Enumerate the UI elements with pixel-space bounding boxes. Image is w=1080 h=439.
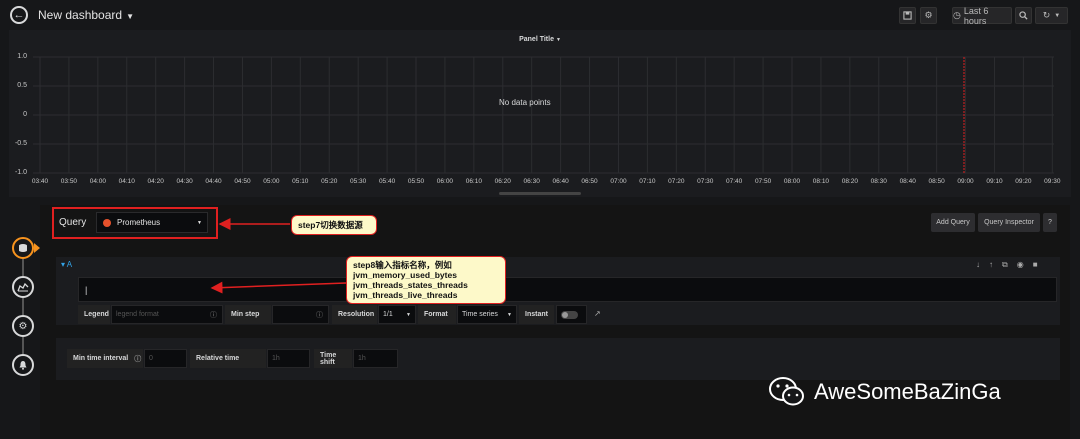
step8-line: jvm_memory_used_bytes bbox=[353, 270, 457, 280]
wechat-icon bbox=[769, 377, 804, 406]
watermark: AweSomeBaZinGa bbox=[768, 376, 1001, 408]
step8-line: jvm_threads_states_threads bbox=[353, 280, 468, 290]
step8-line: jvm_threads_live_threads bbox=[353, 290, 458, 300]
watermark-text: AweSomeBaZinGa bbox=[814, 379, 1001, 404]
step8-callout: step8输入指标名称，例如 jvm_memory_used_bytes jvm… bbox=[346, 256, 506, 304]
step7-callout: step7切换数据源 bbox=[291, 215, 377, 235]
step8-line: step8输入指标名称，例如 bbox=[353, 260, 452, 270]
annotation-arrows bbox=[210, 218, 347, 294]
